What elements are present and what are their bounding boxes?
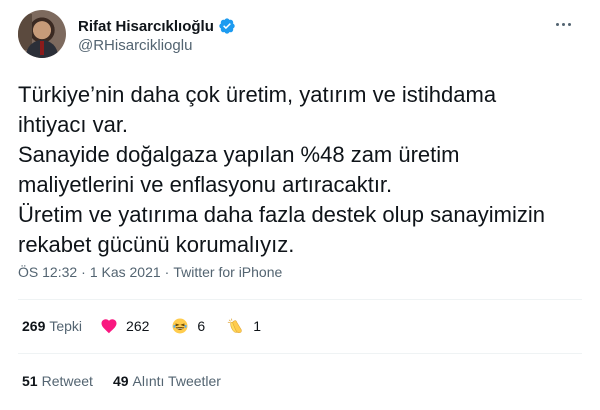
tweet-card: Rifat Hisarcıklıoğlu @RHisarciklioglu Tü… xyxy=(0,0,600,410)
tweet-text: Türkiye’nin daha çok üretim, yatırım ve … xyxy=(18,80,588,260)
tweet-text-line: rekabet gücünü korumalıyız. xyxy=(18,232,295,257)
laughing-face-icon xyxy=(171,317,189,335)
more-dots-icon xyxy=(555,22,559,26)
heart-icon xyxy=(100,317,118,335)
reactions-total-count[interactable]: 269 xyxy=(22,318,45,334)
retweets-label[interactable]: Retweet xyxy=(42,373,93,389)
retweets-count[interactable]: 51 xyxy=(22,373,38,389)
verified-badge-icon xyxy=(218,17,236,35)
tweet-date[interactable]: 1 Kas 2021 xyxy=(90,264,161,280)
tweet-text-line: ihtiyacı var. xyxy=(18,112,129,137)
tweet-source[interactable]: Twitter for iPhone xyxy=(173,264,282,280)
reaction-clap[interactable]: 1 xyxy=(227,317,261,335)
engagement-stats: 51 Retweet 49 Alıntı Tweetler xyxy=(22,370,241,392)
author-name-row: Rifat Hisarcıklıoğlu xyxy=(78,16,236,36)
reaction-laugh[interactable]: 6 xyxy=(171,317,205,335)
reaction-heart-count: 262 xyxy=(126,318,150,334)
meta-separator: · xyxy=(81,264,86,280)
quotes-label[interactable]: Alıntı Tweetler xyxy=(133,373,221,389)
author-handle[interactable]: @RHisarciklioglu xyxy=(78,37,192,54)
quotes-count[interactable]: 49 xyxy=(113,373,129,389)
more-options-button[interactable] xyxy=(552,14,574,34)
meta-separator: · xyxy=(164,264,170,280)
tweet-text-line: Üretim ve yatırıma daha fazla destek olu… xyxy=(18,202,546,227)
avatar[interactable] xyxy=(18,10,66,58)
reaction-clap-count: 1 xyxy=(253,318,261,334)
tweet-text-line: maliyetlerini ve enflasyonu artıracaktır… xyxy=(18,172,393,197)
reaction-laugh-count: 6 xyxy=(197,318,206,334)
reaction-heart[interactable]: 262 xyxy=(100,317,149,335)
tweet-header: Rifat Hisarcıklıoğlu @RHisarciklioglu xyxy=(18,10,582,60)
reactions-bar: 269 Tepki 262 6 1 xyxy=(22,315,283,337)
reactions-total-label[interactable]: Tepki xyxy=(49,318,82,334)
tweet-text-line: Türkiye’nin daha çok üretim, yatırım ve … xyxy=(18,82,497,107)
tweet-metadata: ÖS 12:32 · 1 Kas 2021 · Twitter for iPho… xyxy=(18,264,282,280)
divider xyxy=(18,299,582,300)
tweet-text-line: Sanayide doğalgaza yapılan %48 zam üreti… xyxy=(18,142,460,167)
author-display-name[interactable]: Rifat Hisarcıklıoğlu xyxy=(78,18,214,35)
clapping-hands-icon xyxy=(227,317,245,335)
tweet-time[interactable]: ÖS 12:32 xyxy=(18,264,77,280)
divider xyxy=(18,353,582,354)
